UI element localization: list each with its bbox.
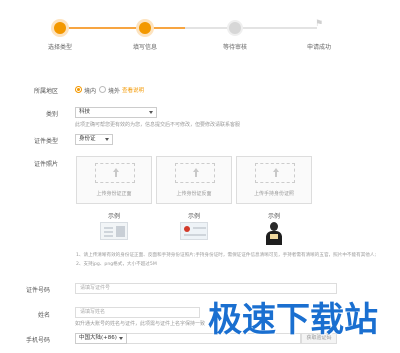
step-label-1: 选择类型 (47, 44, 72, 51)
step-label-3: 等待审核 (222, 44, 247, 51)
category-select[interactable]: 科技 (75, 107, 157, 118)
region-help-link[interactable]: 查看说明 (122, 86, 144, 94)
upload-id-handheld-caption: 上传手持身份证照 (253, 191, 294, 197)
region-radio-overseas[interactable] (99, 86, 106, 93)
category-value: 科技 (79, 109, 91, 115)
sample-label-handheld: 示例 (267, 213, 280, 220)
id-photo-label: 证件照片 (33, 161, 58, 168)
sample-label-front: 示例 (107, 213, 120, 220)
region-option-overseas: 境外 (108, 88, 121, 95)
id-type-value: 身份证 (79, 136, 96, 142)
name-hint: 如升通大账号的姓名与证件，此项需与证件上名字保持一致 (75, 321, 206, 327)
name-label: 姓名 (37, 312, 50, 319)
upload-id-back-caption: 上传身份证反面 (176, 191, 212, 197)
sample-id-back-image (180, 222, 208, 240)
photo-note-2: 2、支持jpg、png格式，大小不超过5M (76, 262, 157, 267)
upload-id-back[interactable]: 上传身份证反面 (156, 156, 232, 204)
step-label-2: 填写信息 (132, 44, 157, 51)
upload-id-front[interactable]: 上传身份证正面 (76, 156, 152, 204)
category-label: 类别 (45, 111, 58, 118)
phone-label: 手机号码 (25, 337, 50, 344)
step-track-done (60, 27, 185, 29)
upload-icon (255, 163, 295, 183)
step-dot-2 (139, 22, 151, 34)
region-label: 所属地区 (33, 88, 58, 95)
country-code-select[interactable]: 中国大陆(+86) (75, 333, 127, 344)
region-option-domestic: 境内 (84, 88, 97, 95)
success-flag-icon: ⚑ (314, 19, 324, 29)
chevron-down-icon (119, 337, 123, 340)
id-type-select[interactable]: 身份证 (75, 134, 113, 145)
chevron-down-icon (105, 138, 109, 141)
name-input[interactable]: 请填写姓名 (75, 307, 200, 318)
step-label-4: 申请成功 (306, 44, 331, 51)
step-dot-1 (54, 22, 66, 34)
photo-note-1: 1、请上传清晰有效的身份证正面、反面和手持身份证照片;手持身份证时，需保证证件信… (76, 253, 377, 258)
sample-label-back: 示例 (187, 213, 200, 220)
id-number-label: 证件号码 (25, 287, 50, 294)
step-track-pending (185, 27, 317, 29)
id-type-label: 证件类型 (33, 138, 58, 145)
category-hint: 此项正确可帮您更有效的为您，信息提交后不可修改，但要修改请联系客服 (75, 122, 241, 128)
chevron-down-icon (149, 111, 153, 114)
region-radio-domestic[interactable] (75, 86, 82, 93)
upload-id-handheld[interactable]: 上传手持身份证照 (236, 156, 312, 204)
sample-handheld-image (263, 221, 285, 245)
site-watermark: 极速下载站 (208, 300, 378, 340)
country-code-value: 中国大陆(+86) (79, 335, 117, 341)
step-dot-3 (229, 22, 241, 34)
upload-id-front-caption: 上传身份证正面 (96, 191, 132, 197)
upload-icon (175, 163, 215, 183)
sample-id-front-image (100, 222, 128, 240)
upload-icon (95, 163, 135, 183)
